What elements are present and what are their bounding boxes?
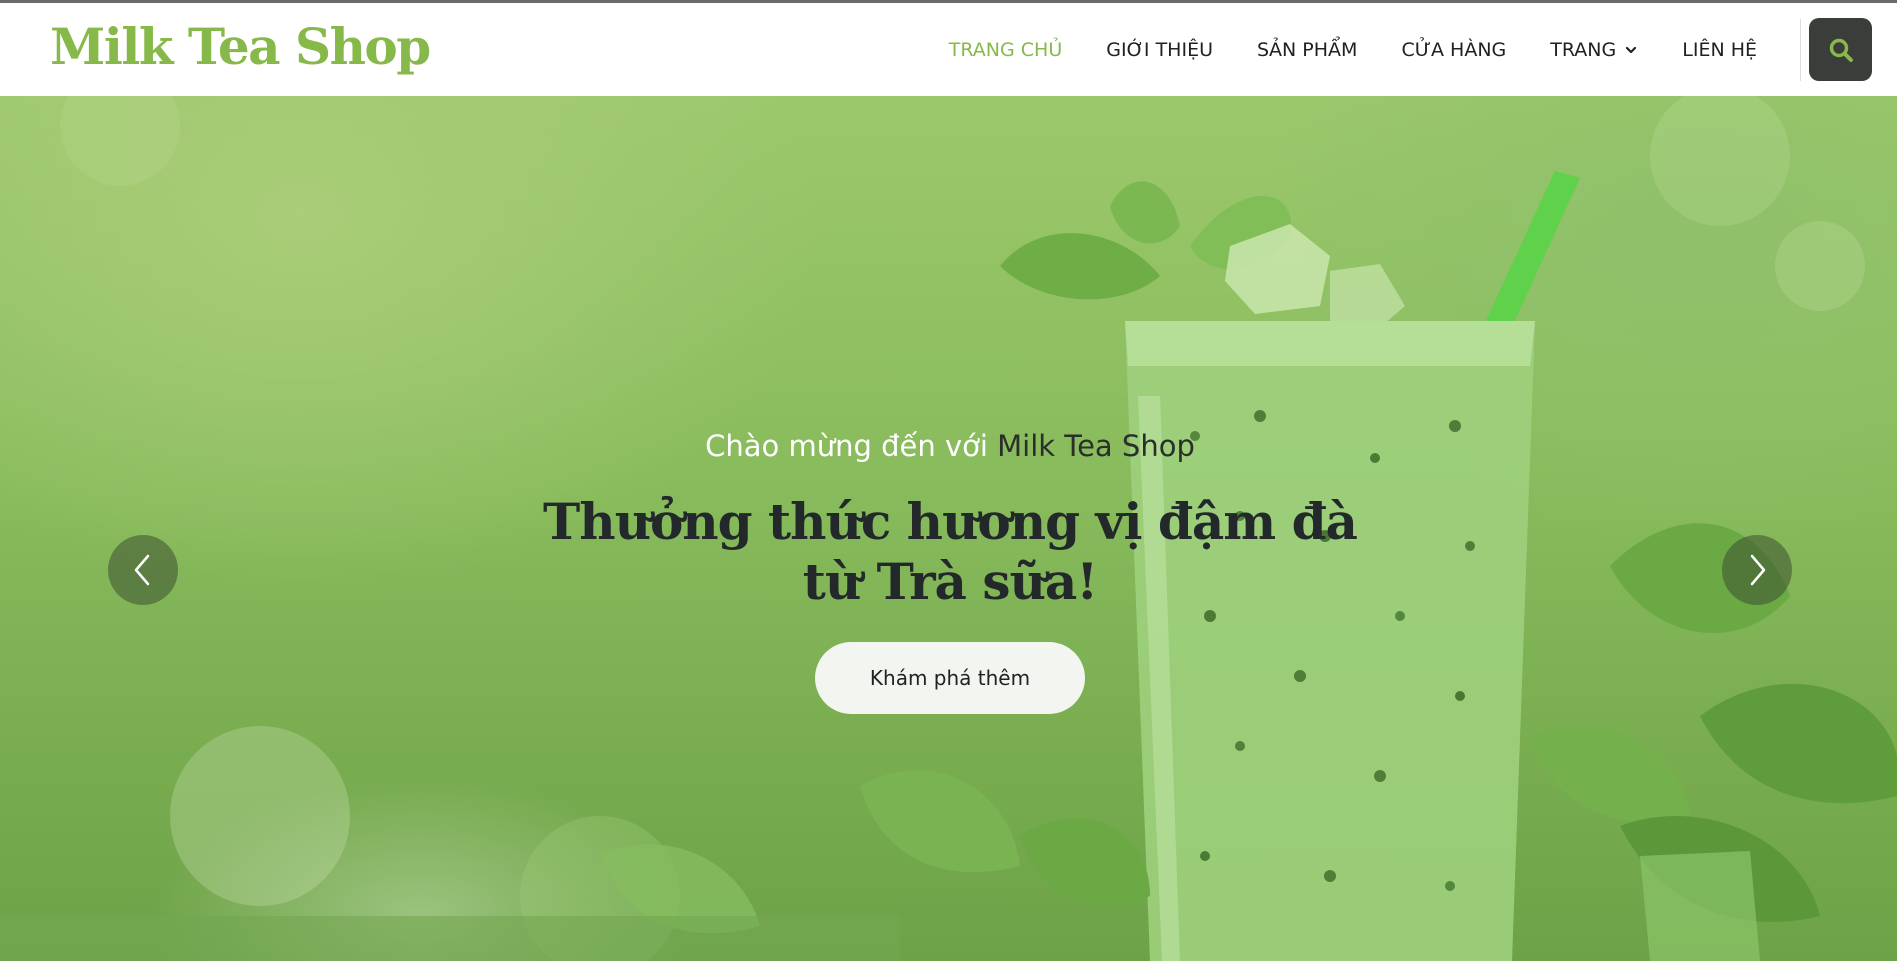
nav-item-stores[interactable]: CỬA HÀNG (1401, 39, 1506, 61)
chevron-right-icon (1750, 554, 1766, 586)
nav-item-products[interactable]: SẢN PHẨM (1257, 39, 1357, 61)
nav-item-about[interactable]: GIỚI THIỆU (1106, 39, 1213, 61)
nav-item-pages[interactable]: TRANG (1550, 39, 1638, 61)
nav-item-pages-label: TRANG (1550, 38, 1617, 61)
nav-item-home[interactable]: TRANG CHỦ (949, 39, 1062, 61)
slider-next-button[interactable] (1722, 535, 1792, 605)
explore-more-button[interactable]: Khám phá thêm (815, 642, 1085, 714)
site-header: Milk Tea Shop TRANG CHỦ GIỚI THIỆU SẢN P… (0, 3, 1897, 96)
hero-eyebrow-prefix: Chào mừng đến với (705, 429, 988, 463)
nav-divider (1800, 19, 1801, 81)
main-nav: TRANG CHỦ GIỚI THIỆU SẢN PHẨM CỬA HÀNG T… (905, 3, 1757, 96)
chevron-left-icon (134, 554, 150, 586)
nav-item-contact[interactable]: LIÊN HỆ (1682, 39, 1757, 61)
brand-logo[interactable]: Milk Tea Shop (50, 15, 431, 79)
hero-headline: Thưởng thức hương vị đậm đà từ Trà sữa! (543, 492, 1358, 611)
hero-eyebrow-brand: Milk Tea Shop (997, 429, 1195, 463)
hero-eyebrow: Chào mừng đến với Milk Tea Shop (400, 426, 1500, 466)
slider-prev-button[interactable] (108, 535, 178, 605)
hero-caption: Chào mừng đến với Milk Tea Shop Thưởng t… (400, 426, 1500, 714)
search-button[interactable] (1809, 18, 1872, 81)
chevron-down-icon (1626, 46, 1637, 53)
hero-slider: Chào mừng đến với Milk Tea Shop Thưởng t… (0, 96, 1897, 961)
search-icon (1829, 38, 1853, 62)
